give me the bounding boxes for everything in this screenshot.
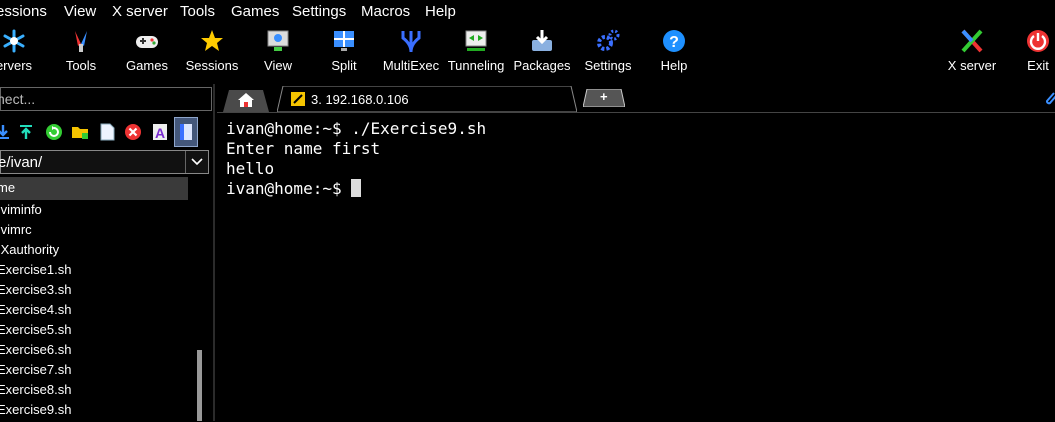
- sftp-path-combo[interactable]: e/ivan/: [0, 150, 209, 174]
- split-icon: [334, 31, 354, 51]
- refresh-icon[interactable]: [45, 123, 63, 141]
- terminal-line: hello: [226, 159, 275, 178]
- file-item[interactable]: Exercise6.sh: [0, 342, 71, 362]
- file-list-header-name: me: [0, 180, 16, 195]
- x-server-icon: [961, 29, 983, 53]
- terminal-prompt: ivan@home:~$: [226, 179, 352, 198]
- menu-sessions[interactable]: essions: [0, 3, 47, 20]
- servers-icon: [3, 29, 25, 53]
- file-item[interactable]: Exercise5.sh: [0, 322, 71, 342]
- file-item[interactable]: Exercise8.sh: [0, 382, 71, 402]
- file-list-scrollbar[interactable]: [197, 350, 202, 421]
- star-icon: [201, 30, 223, 51]
- terminal-cursor: [351, 179, 362, 197]
- main-toolbar: ervers Tools Games Sessions View: [0, 24, 1055, 84]
- terminal-prompt-line: ivan@home:~$: [226, 179, 362, 199]
- terminal-line: ivan@home:~$ ./Exercise9.sh: [226, 119, 487, 138]
- menu-macros[interactable]: Macros: [361, 3, 410, 20]
- path-dropdown-button[interactable]: [185, 151, 208, 173]
- new-file-icon[interactable]: [98, 123, 116, 141]
- rename-icon[interactable]: A: [151, 123, 169, 141]
- file-item[interactable]: .vimrc: [0, 222, 32, 242]
- new-tab-button[interactable]: +: [583, 89, 625, 107]
- menu-help[interactable]: Help: [425, 3, 456, 20]
- multiexec-icon: [401, 31, 421, 53]
- tunneling-icon: [465, 30, 487, 51]
- file-item[interactable]: .viminfo: [0, 202, 42, 222]
- menu-settings[interactable]: Settings: [292, 3, 346, 20]
- terminal-area[interactable]: ivan@home:~$ ./Exercise9.sh Enter name f…: [217, 112, 1055, 421]
- terminal-session-icon: [291, 92, 305, 106]
- svg-text:A: A: [155, 125, 165, 141]
- exit-button[interactable]: Exit: [998, 24, 1055, 84]
- power-icon: [1027, 30, 1049, 52]
- terminal-line: Enter name first: [226, 139, 381, 158]
- panel-divider[interactable]: [213, 84, 215, 421]
- gamepad-icon: [136, 36, 158, 48]
- sftp-active-toggle[interactable]: [174, 117, 198, 147]
- paperclip-icon[interactable]: [1043, 90, 1055, 106]
- delete-icon[interactable]: [124, 123, 142, 141]
- gears-icon: [597, 29, 620, 51]
- menu-tools[interactable]: Tools: [180, 3, 215, 20]
- sftp-path-text: e/ivan/: [0, 154, 43, 171]
- sftp-toolbar: A: [0, 117, 214, 149]
- file-item[interactable]: Exercise9.sh: [0, 402, 71, 422]
- file-list-header[interactable]: me: [0, 177, 188, 200]
- tools-icon: [75, 31, 87, 52]
- menu-games[interactable]: Games: [231, 3, 279, 20]
- help-icon: ?: [663, 30, 685, 52]
- file-item[interactable]: Exercise1.sh: [0, 262, 71, 282]
- menu-view[interactable]: View: [64, 3, 96, 20]
- quick-connect-input[interactable]: [0, 88, 207, 110]
- menu-bar: essions View X server Tools Games Settin…: [0, 0, 1055, 24]
- new-folder-icon[interactable]: [71, 123, 89, 141]
- svg-text:?: ?: [669, 34, 679, 51]
- file-item[interactable]: Exercise3.sh: [0, 282, 71, 302]
- file-item[interactable]: Exercise7.sh: [0, 362, 71, 382]
- download-icon[interactable]: [0, 123, 12, 141]
- tab-title: 3. 192.168.0.106: [311, 92, 409, 107]
- tab-bar: 3. 192.168.0.106 ✕ +: [215, 84, 1055, 112]
- packages-icon: [532, 30, 552, 51]
- document-icon: [180, 124, 192, 140]
- menu-x-server[interactable]: X server: [112, 3, 168, 20]
- plus-icon: +: [600, 89, 608, 104]
- chevron-down-icon: [191, 158, 203, 166]
- tab-home[interactable]: [221, 88, 271, 112]
- file-item[interactable]: Exercise4.sh: [0, 302, 71, 322]
- view-icon: [267, 30, 289, 51]
- file-item[interactable]: .Xauthority: [0, 242, 59, 262]
- tab-session-3[interactable]: 3. 192.168.0.106 ✕: [277, 86, 623, 112]
- quick-connect-box: [0, 87, 212, 111]
- help-button[interactable]: ? Help: [634, 24, 714, 84]
- upload-icon[interactable]: [17, 123, 35, 141]
